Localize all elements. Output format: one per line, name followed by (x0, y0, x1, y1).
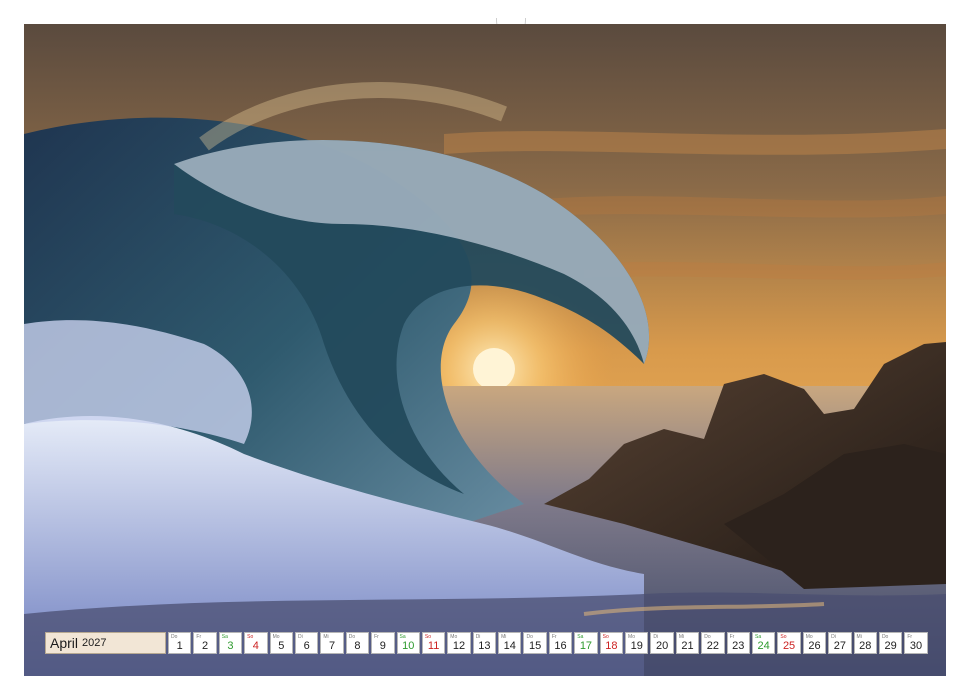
day-number: 11 (427, 640, 440, 652)
day-number: 24 (757, 640, 770, 652)
calendar-day: Mi 14 (498, 632, 522, 654)
day-number: 4 (252, 640, 259, 652)
day-number: 12 (452, 640, 466, 652)
day-number: 15 (529, 640, 542, 652)
day-number: 1 (176, 640, 183, 652)
day-number: 10 (402, 640, 415, 652)
calendar-day: Fr 16 (548, 632, 573, 654)
calendar-day: Di 6 (294, 632, 319, 654)
calendar-day: So 11 (421, 632, 446, 654)
day-number: 3 (227, 640, 234, 652)
calendar-day: Fr 23 (726, 632, 750, 654)
day-number: 14 (503, 640, 516, 652)
day-number: 16 (554, 640, 567, 652)
wave-sunset-illustration (24, 24, 946, 676)
calendar-day: Mo 19 (625, 632, 649, 654)
calendar-day: Sa 10 (396, 632, 420, 654)
calendar-day: Fr 9 (371, 632, 395, 654)
calendar-day: Do 1 (168, 632, 192, 654)
calendar-day: Do 22 (701, 632, 725, 654)
day-number: 30 (909, 640, 923, 652)
calendar-day: Do 8 (345, 632, 370, 654)
day-number: 17 (579, 640, 593, 652)
calendar-strip: April 2027 Do 1 Fr 2 Sa 3 So 4 Mo 5 Di 6 Mi 7 Do 8 Fr 9 Sa… (45, 632, 928, 654)
month-year: 2027 (82, 637, 107, 649)
day-number: 8 (354, 640, 361, 652)
calendar-day: Di 27 (828, 632, 852, 654)
day-number: 9 (379, 640, 386, 652)
calendar-day: Mo 5 (269, 632, 293, 654)
day-number: 25 (782, 640, 796, 652)
calendar-day: So 18 (599, 632, 624, 654)
day-number: 29 (884, 640, 897, 652)
day-number: 20 (655, 640, 669, 652)
calendar-day: So 4 (244, 632, 268, 654)
month-label: April 2027 (45, 632, 166, 654)
day-number: 13 (478, 640, 491, 652)
calendar-day: Do 29 (878, 632, 903, 654)
calendar-day: Fr 2 (193, 632, 217, 654)
calendar-day: Mi 21 (675, 632, 700, 654)
calendar-day: Do 15 (523, 632, 547, 654)
calendar-day: Mo 12 (447, 632, 471, 654)
day-number: 2 (202, 640, 209, 652)
calendar-day: Di 20 (650, 632, 674, 654)
day-number: 5 (278, 640, 285, 652)
month-name: April (50, 635, 79, 651)
calendar-day: So 25 (777, 632, 801, 654)
day-number: 21 (681, 640, 694, 652)
calendar-day: Mi 28 (853, 632, 877, 654)
day-number: 6 (303, 640, 310, 652)
calendar-day: Sa 24 (751, 632, 776, 654)
calendar-day: Mo 26 (802, 632, 827, 654)
day-number: 27 (833, 640, 846, 652)
day-number: 7 (328, 640, 336, 652)
day-number: 26 (808, 640, 821, 652)
day-number: 18 (605, 640, 618, 652)
day-number: 22 (706, 640, 720, 652)
day-number: 19 (630, 640, 643, 652)
calendar-day: Sa 17 (574, 632, 598, 654)
calendar-day: Di 13 (472, 632, 497, 654)
calendar-day: Mi 7 (320, 632, 344, 654)
calendar-day: Fr 30 (904, 632, 928, 654)
calendar-photo-wave-sunset (24, 24, 946, 676)
day-number: 23 (732, 640, 745, 652)
day-number: 28 (859, 640, 872, 652)
calendar-day: Sa 3 (218, 632, 243, 654)
